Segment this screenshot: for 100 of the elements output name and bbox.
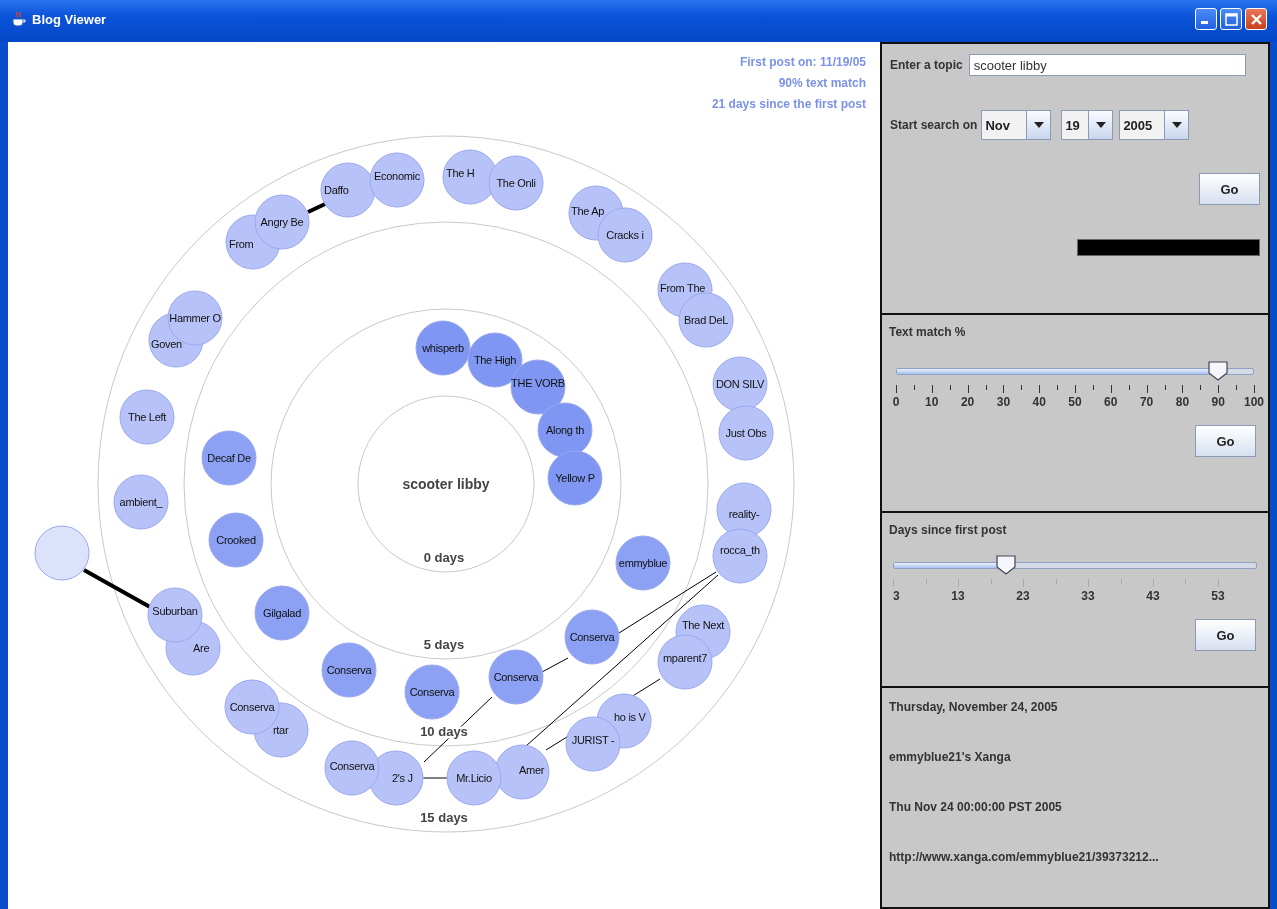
node-label: From (229, 238, 254, 250)
date-dropdown[interactable]: 19 (1061, 110, 1114, 140)
node-label: From The (660, 282, 706, 294)
node-label: Cracks i (606, 229, 644, 241)
go-button[interactable]: Go (1195, 425, 1256, 457)
detail-text: emmyblue21's Xanga (889, 750, 1012, 764)
node-circle[interactable] (488, 155, 544, 211)
node-label: Are (193, 642, 210, 654)
date-dropdown[interactable]: Nov (981, 110, 1052, 140)
node-label: Conserva (569, 631, 615, 643)
node-label: Conserva (229, 701, 275, 713)
node-label: Angry Be (260, 216, 304, 228)
window-title: Blog Viewer (32, 11, 107, 27)
node-circle[interactable] (537, 402, 593, 458)
info-text: 21 days since the first post (711, 97, 866, 111)
tick-label: 10 (925, 395, 939, 409)
node-circle[interactable] (404, 664, 460, 720)
tick-label: 0 (892, 395, 900, 409)
node-circle[interactable] (488, 649, 544, 705)
node-circle[interactable] (208, 512, 264, 568)
tick-label: 43 (1146, 589, 1160, 603)
node-label: ambient_ (119, 496, 163, 508)
node-label: DON SILV (715, 378, 765, 390)
node-label: THE VORB (511, 377, 565, 389)
node-circle[interactable] (446, 750, 502, 806)
slider-title: Text match % (889, 325, 967, 341)
node-label: rtar (273, 724, 289, 736)
node-label: Conserva (329, 760, 375, 772)
node-label: Hammer O (169, 312, 221, 324)
node-circle[interactable] (147, 587, 203, 643)
node-circle[interactable] (320, 162, 376, 218)
tick-label: 23 (1016, 589, 1030, 603)
node-label: Conserva (326, 664, 372, 676)
node-circle[interactable] (718, 405, 774, 461)
node-label: The Next (681, 619, 725, 631)
node-circle[interactable] (369, 152, 425, 208)
slider-title: Days since first post (889, 523, 1008, 539)
ring-label: 15 days (420, 810, 468, 825)
detail-text: Thu Nov 24 00:00:00 PST 2005 (889, 800, 1063, 814)
node-label: 2's J (392, 772, 413, 784)
topic-field-label: Enter a topic (890, 58, 963, 72)
minimize-button[interactable] (1195, 8, 1217, 30)
node-circle[interactable] (615, 535, 671, 591)
tick-label: 90 (1211, 395, 1225, 409)
coffee-cup-icon (12, 11, 26, 27)
tick-label: 3 (893, 589, 900, 603)
node-label: Economic (374, 170, 420, 182)
tick-label: 50 (1068, 395, 1082, 409)
node-circle[interactable] (712, 356, 768, 412)
close-button[interactable] (1245, 8, 1267, 30)
go-button[interactable]: Go (1199, 173, 1260, 205)
tick-label: 53 (1211, 589, 1225, 603)
slider-track[interactable] (896, 368, 1254, 375)
slider-track[interactable] (893, 562, 1257, 569)
node-circle[interactable] (494, 744, 550, 800)
node-label: Goven (151, 338, 182, 350)
node-label: The Onli (496, 177, 536, 189)
maximize-button[interactable] (1220, 8, 1242, 30)
go-button[interactable]: Go (1195, 619, 1256, 651)
node-label: Just Obs (725, 427, 767, 439)
node-label: Conserva (409, 686, 455, 698)
caret-icon (1171, 122, 1182, 128)
node-label: mparent7 (662, 652, 708, 664)
tick-label: 100 (1244, 395, 1264, 409)
node-circle[interactable] (321, 642, 377, 698)
node-circle[interactable] (34, 525, 90, 581)
node-circle[interactable] (254, 194, 310, 250)
slider-thumb[interactable] (1207, 361, 1230, 381)
node-label: Conserva (493, 671, 539, 683)
node-circle[interactable] (254, 585, 310, 641)
link-line (83, 568, 151, 609)
node-circle[interactable] (712, 528, 768, 584)
node-label: emmyblue (618, 557, 668, 569)
detail-text: Thursday, November 24, 2005 (889, 700, 1059, 714)
node-circle[interactable] (119, 389, 175, 445)
node-circle[interactable] (201, 430, 257, 486)
node-label: Suburban (152, 605, 198, 617)
tick-label: 30 (996, 395, 1011, 409)
node-circle[interactable] (564, 609, 620, 665)
start-date-label: Start search on (890, 118, 978, 132)
node-circle[interactable] (547, 450, 603, 506)
date-dropdown[interactable]: 2005 (1119, 110, 1190, 140)
node-circle[interactable] (678, 292, 734, 348)
node-label: The Ap (571, 205, 605, 217)
node-label: ho is V (614, 711, 646, 723)
node-label: whisperb (422, 342, 464, 354)
topic-field[interactable]: scooter libby (968, 54, 1246, 76)
node-circle[interactable] (657, 634, 713, 690)
tick-label: 13 (951, 589, 965, 603)
node-circle[interactable] (415, 320, 471, 376)
info-text: 90% text match (778, 76, 866, 90)
slider-thumb[interactable] (994, 555, 1017, 575)
node-circle[interactable] (113, 474, 169, 530)
node-label: The High (473, 354, 517, 366)
tick-label: 20 (960, 395, 975, 409)
node-circle[interactable] (324, 740, 380, 796)
topic-label: scooter libby (402, 476, 490, 492)
link-line (422, 777, 448, 779)
caret-icon (1033, 122, 1044, 128)
tick-label: 70 (1139, 395, 1154, 409)
